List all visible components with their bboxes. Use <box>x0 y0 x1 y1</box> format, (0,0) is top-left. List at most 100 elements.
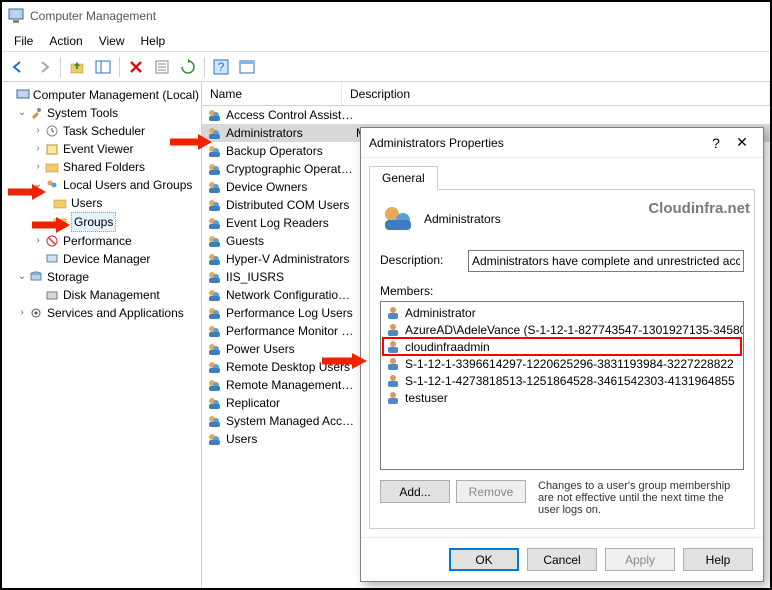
tab-general[interactable]: General <box>369 166 438 190</box>
group-icon <box>206 377 222 393</box>
expand-icon[interactable]: › <box>32 158 44 176</box>
close-icon[interactable]: ✕ <box>729 134 755 151</box>
nav-tree[interactable]: Computer Management (Local) ⌄ System Tool… <box>2 82 202 588</box>
computer-icon <box>15 87 30 103</box>
group-icon <box>206 305 222 321</box>
folder-icon <box>52 214 68 230</box>
add-button[interactable]: Add... <box>380 480 450 503</box>
member-row[interactable]: S-1-12-1-4273818513-1251864528-346154230… <box>383 372 741 389</box>
view-button[interactable] <box>235 55 259 79</box>
tree-groups[interactable]: Groups <box>71 212 116 232</box>
ok-button[interactable]: OK <box>449 548 519 571</box>
group-icon <box>206 323 222 339</box>
members-label: Members: <box>380 284 744 298</box>
window-title: Computer Management <box>30 9 156 23</box>
row-name: Hyper-V Administrators <box>226 252 356 266</box>
membership-note: Changes to a user's group membership are… <box>532 480 744 516</box>
member-name: Administrator <box>405 306 476 320</box>
group-icon <box>206 413 222 429</box>
row-name: Remote Desktop Users <box>226 360 356 374</box>
group-icon <box>206 143 222 159</box>
description-field[interactable] <box>468 250 744 272</box>
row-name: Backup Operators <box>226 144 356 158</box>
forward-button[interactable] <box>32 55 56 79</box>
row-name: Power Users <box>226 342 356 356</box>
group-icon <box>206 431 222 447</box>
user-icon <box>385 322 401 338</box>
expand-icon[interactable]: ⌄ <box>32 176 44 194</box>
dialog-help-icon[interactable]: ? <box>703 135 729 151</box>
tree-device-manager[interactable]: Device Manager <box>63 250 150 268</box>
member-row[interactable]: Administrator <box>383 304 741 321</box>
tree-task-scheduler[interactable]: Task Scheduler <box>63 122 145 140</box>
help-button[interactable]: Help <box>683 548 753 571</box>
tree-event-viewer[interactable]: Event Viewer <box>63 140 133 158</box>
member-row[interactable]: testuser <box>383 389 741 406</box>
list-header: Name Description <box>202 82 770 106</box>
row-name: Event Log Readers <box>226 216 356 230</box>
tree-system-tools[interactable]: System Tools <box>47 104 118 122</box>
tree-shared-folders[interactable]: Shared Folders <box>63 158 145 176</box>
back-button[interactable] <box>6 55 30 79</box>
member-row[interactable]: cloudinfraadmin <box>383 338 741 355</box>
menu-view[interactable]: View <box>91 32 133 50</box>
list-row[interactable]: Access Control Assist… <box>202 106 770 124</box>
menu-file[interactable]: File <box>6 32 41 50</box>
group-name: Administrators <box>424 212 501 226</box>
row-name: IIS_IUSRS <box>226 270 356 284</box>
show-hide-button[interactable] <box>91 55 115 79</box>
menubar: File Action View Help <box>2 30 770 52</box>
expand-icon[interactable]: ⌄ <box>16 268 28 286</box>
disk-icon <box>44 287 60 303</box>
menu-help[interactable]: Help <box>133 32 174 50</box>
group-icon <box>206 395 222 411</box>
menu-action[interactable]: Action <box>41 32 90 50</box>
expand-icon[interactable]: › <box>32 122 44 140</box>
tree-disk-management[interactable]: Disk Management <box>63 286 160 304</box>
member-name: S-1-12-1-4273818513-1251864528-346154230… <box>405 374 735 388</box>
row-name: Access Control Assist… <box>226 108 356 122</box>
description-label: Description: <box>380 250 460 267</box>
expand-icon[interactable]: ⌄ <box>16 104 28 122</box>
up-button[interactable] <box>65 55 89 79</box>
help-button[interactable]: ? <box>209 55 233 79</box>
tree-local-users-groups[interactable]: Local Users and Groups <box>63 176 192 194</box>
app-icon <box>8 8 24 24</box>
tree-performance[interactable]: Performance <box>63 232 132 250</box>
tree-root[interactable]: Computer Management (Local) <box>33 86 199 104</box>
group-icon <box>206 161 222 177</box>
user-icon <box>385 373 401 389</box>
cancel-button[interactable]: Cancel <box>527 548 597 571</box>
device-icon <box>44 251 60 267</box>
row-name: Network Configuratio… <box>226 288 356 302</box>
col-name[interactable]: Name <box>202 82 342 105</box>
tree-services[interactable]: Services and Applications <box>47 304 184 322</box>
expand-icon[interactable]: › <box>16 304 28 322</box>
row-name: Replicator <box>226 396 356 410</box>
group-icon <box>206 287 222 303</box>
expand-icon[interactable]: › <box>32 140 44 158</box>
remove-button: Remove <box>456 480 526 503</box>
tree-storage[interactable]: Storage <box>47 268 89 286</box>
row-name: Guests <box>226 234 356 248</box>
member-row[interactable]: S-1-12-1-3396614297-1220625296-383119398… <box>383 355 741 372</box>
member-row[interactable]: AzureAD\AdeleVance (S-1-12-1-827743547-1… <box>383 321 741 338</box>
properties-button[interactable] <box>150 55 174 79</box>
svg-text:?: ? <box>218 60 225 74</box>
user-icon <box>385 390 401 406</box>
row-name: System Managed Acc… <box>226 414 356 428</box>
members-listbox[interactable]: Administrator AzureAD\AdeleVance (S-1-12-… <box>380 301 744 470</box>
group-large-icon <box>380 202 414 236</box>
tab-page: Administrators Description: Members: Adm… <box>369 190 755 529</box>
col-description[interactable]: Description <box>342 82 770 105</box>
member-name: AzureAD\AdeleVance (S-1-12-1-827743547-1… <box>405 323 744 337</box>
tools-icon <box>28 105 44 121</box>
refresh-button[interactable] <box>176 55 200 79</box>
tab-header: General <box>369 166 755 190</box>
group-icon <box>206 251 222 267</box>
dialog-title: Administrators Properties <box>369 136 703 150</box>
delete-button[interactable] <box>124 55 148 79</box>
dialog-titlebar: Administrators Properties ? ✕ <box>361 128 763 158</box>
tree-users[interactable]: Users <box>71 194 102 212</box>
expand-icon[interactable]: › <box>32 232 44 250</box>
